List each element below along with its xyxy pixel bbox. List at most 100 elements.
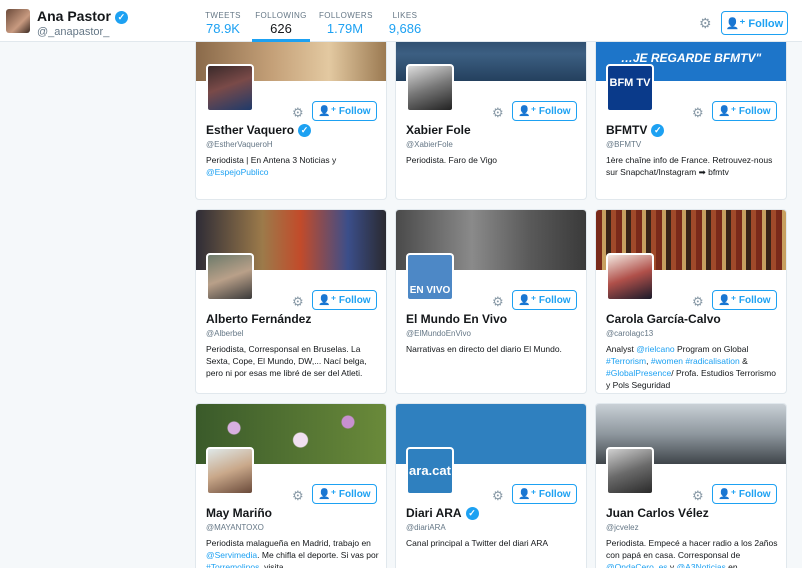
bio-text: Analyst (606, 344, 637, 354)
follow-label: Follow (738, 294, 771, 306)
avatar[interactable] (406, 64, 454, 112)
bio-link[interactable]: #radicalisation (685, 356, 739, 366)
stat-value: 1.79M (326, 21, 364, 36)
verified-icon: ✓ (114, 10, 128, 24)
bio-link[interactable]: @Servimedia (206, 550, 257, 560)
avatar[interactable]: ara.cat (406, 447, 454, 495)
tab-likes[interactable]: LIKES 9,686 (388, 11, 422, 42)
user-card[interactable]: ⚙ 👤⁺ Follow Esther Vaquero ✓ @EstherVaque… (195, 20, 387, 200)
add-user-icon: 👤⁺ (518, 105, 537, 117)
gear-icon[interactable]: ⚙ (492, 294, 504, 310)
banner-text: …JE REGARDE BFMTV" (620, 51, 762, 65)
add-user-icon: 👤⁺ (725, 17, 746, 30)
user-name-text: May Mariño (206, 506, 273, 520)
user-name[interactable]: El Mundo En Vivo (406, 312, 507, 326)
profile-handle: @_anapastor_ (37, 26, 110, 38)
bio-link[interactable]: #GlobalPresence (606, 368, 671, 378)
user-name[interactable]: Diari ARA ✓ (406, 506, 479, 521)
gear-icon[interactable]: ⚙ (692, 488, 704, 504)
follow-label: Follow (738, 488, 771, 500)
bio-link[interactable]: @OndaCero_es (606, 562, 668, 568)
user-name[interactable]: Esther Vaquero ✓ (206, 123, 312, 138)
follow-button[interactable]: 👤⁺ Follow (312, 290, 377, 310)
user-card[interactable]: ara.cat ⚙ 👤⁺ Follow Diari ARA ✓ @diariARA… (395, 403, 587, 568)
stat-value: 9,686 (388, 21, 422, 36)
user-card[interactable]: ⚙ 👤⁺ Follow Alberto Fernández @Alberbel … (195, 209, 387, 394)
tab-followers[interactable]: FOLLOWERS 1.79M (319, 11, 373, 42)
user-card[interactable]: …JE REGARDE BFMTV" BFM TV ⚙ 👤⁺ Follow BF… (595, 20, 787, 200)
profile-name[interactable]: Ana Pastor ✓ (37, 8, 128, 24)
avatar[interactable] (606, 253, 654, 301)
user-bio: Periodista. Empecé a hacer radio a los 2… (606, 537, 781, 568)
bio-link[interactable]: @A3Noticias (677, 562, 726, 568)
bio-link[interactable]: @rielcano (636, 344, 674, 354)
tab-tweets[interactable]: TWEETS 78.9K (205, 11, 241, 42)
profile-avatar[interactable] (6, 9, 30, 33)
bio-link[interactable]: @EspejoPublico (206, 167, 269, 177)
user-name[interactable]: Alberto Fernández (206, 312, 311, 326)
gear-icon[interactable]: ⚙ (692, 294, 704, 310)
avatar[interactable] (206, 447, 254, 495)
user-bio: Periodista | En Antena 3 Noticias y @Esp… (206, 154, 381, 178)
gear-icon[interactable]: ⚙ (292, 294, 304, 310)
verified-icon: ✓ (465, 507, 479, 521)
gear-icon[interactable]: ⚙ (292, 105, 304, 121)
follow-button[interactable]: 👤⁺ Follow (712, 101, 777, 121)
user-name-text: Esther Vaquero (206, 123, 295, 137)
follow-button[interactable]: 👤⁺ Follow (721, 11, 788, 35)
tab-following[interactable]: FOLLOWING 626 (252, 11, 310, 42)
gear-icon[interactable]: ⚙ (692, 105, 704, 121)
gear-icon[interactable]: ⚙ (699, 15, 712, 32)
verified-icon: ✓ (651, 124, 665, 138)
user-name-text: Diari ARA (406, 506, 462, 520)
bio-link[interactable]: #women (651, 356, 683, 366)
follow-button[interactable]: 👤⁺ Follow (712, 290, 777, 310)
bio-text: Periodista malagueña en Madrid, trabajo … (206, 538, 371, 548)
stat-label: FOLLOWERS (319, 11, 373, 20)
user-name-text: Xabier Fole (406, 123, 471, 137)
user-card[interactable]: EN VIVO ⚙ 👤⁺ Follow El Mundo En Vivo @El… (395, 209, 587, 394)
gear-icon[interactable]: ⚙ (292, 488, 304, 504)
gear-icon[interactable]: ⚙ (492, 488, 504, 504)
add-user-icon: 👤⁺ (718, 294, 737, 306)
gear-icon[interactable]: ⚙ (492, 105, 504, 121)
avatar[interactable]: EN VIVO (406, 253, 454, 301)
follow-button[interactable]: 👤⁺ Follow (712, 484, 777, 504)
follow-button[interactable]: 👤⁺ Follow (512, 101, 577, 121)
user-name[interactable]: Xabier Fole (406, 123, 471, 137)
avatar[interactable] (206, 64, 254, 112)
follow-label: Follow (338, 294, 371, 306)
user-card[interactable]: ⚙ 👤⁺ Follow May Mariño @MAYANTOXO Period… (195, 403, 387, 568)
bio-text: Periodista. Faro de Vigo (406, 155, 498, 165)
bio-link[interactable]: #Terrorism (606, 356, 646, 366)
user-name[interactable]: BFMTV ✓ (606, 123, 665, 138)
bio-link[interactable]: #Torremolinos (206, 562, 259, 568)
follow-label: Follow (738, 105, 771, 117)
bio-text: Canal principal a Twitter del diari ARA (406, 538, 549, 548)
follow-button[interactable]: 👤⁺ Follow (512, 290, 577, 310)
avatar[interactable]: BFM TV (606, 64, 654, 112)
user-handle: @carolagc13 (606, 329, 654, 338)
add-user-icon: 👤⁺ (318, 488, 337, 500)
avatar[interactable] (206, 253, 254, 301)
user-name[interactable]: Juan Carlos Vélez (606, 506, 709, 520)
follow-button[interactable]: 👤⁺ Follow (312, 484, 377, 504)
user-name[interactable]: May Mariño (206, 506, 272, 520)
user-card[interactable]: ⚙ 👤⁺ Follow Xabier Fole @XabierFole Peri… (395, 20, 587, 200)
user-bio: 1ère chaîne info de France. Retrouvez-no… (606, 154, 781, 178)
follow-button[interactable]: 👤⁺ Follow (512, 484, 577, 504)
avatar[interactable] (606, 447, 654, 495)
logo-text: EN VIVO (409, 285, 451, 296)
follow-label: Follow (538, 488, 571, 500)
bio-text: Periodista | En Antena 3 Noticias y (206, 155, 337, 165)
user-name-text: BFMTV (606, 123, 648, 137)
user-name[interactable]: Carola García-Calvo (606, 312, 721, 326)
user-name-text: El Mundo En Vivo (406, 312, 508, 326)
user-handle: @MAYANTOXO (206, 523, 264, 532)
user-card[interactable]: ⚙ 👤⁺ Follow Carola García-Calvo @carolag… (595, 209, 787, 394)
user-card[interactable]: ⚙ 👤⁺ Follow Juan Carlos Vélez @jcvelez P… (595, 403, 787, 568)
follow-label: Follow (538, 105, 571, 117)
add-user-icon: 👤⁺ (518, 294, 537, 306)
add-user-icon: 👤⁺ (718, 488, 737, 500)
follow-button[interactable]: 👤⁺ Follow (312, 101, 377, 121)
